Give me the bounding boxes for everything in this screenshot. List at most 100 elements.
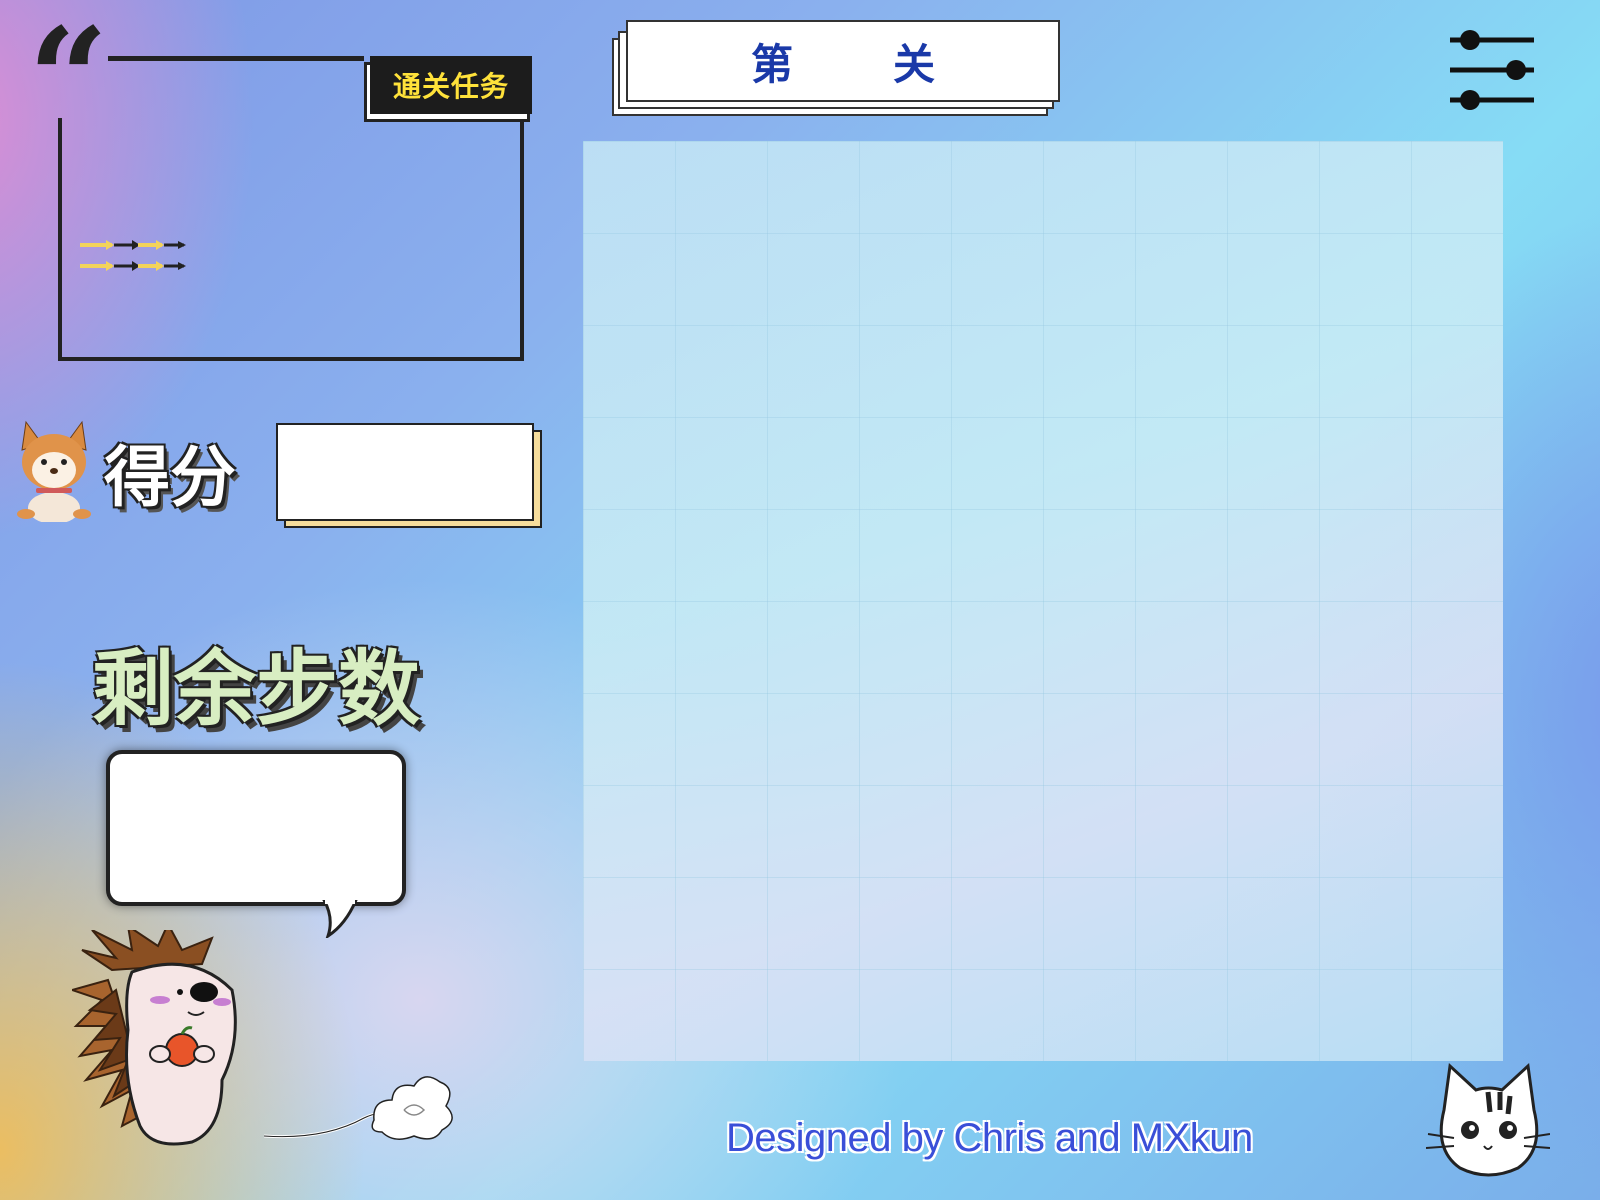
board-cell[interactable] xyxy=(1411,785,1503,877)
board-cell[interactable] xyxy=(1411,233,1503,325)
board-cell[interactable] xyxy=(1043,509,1135,601)
board-cell[interactable] xyxy=(1135,233,1227,325)
game-board[interactable] xyxy=(583,141,1503,1061)
board-cell[interactable] xyxy=(951,693,1043,785)
board-cell[interactable] xyxy=(951,233,1043,325)
board-cell[interactable] xyxy=(1043,325,1135,417)
board-cell[interactable] xyxy=(1043,601,1135,693)
board-cell[interactable] xyxy=(583,417,675,509)
board-cell[interactable] xyxy=(675,877,767,969)
board-cell[interactable] xyxy=(951,141,1043,233)
board-cell[interactable] xyxy=(675,417,767,509)
sliders-icon[interactable] xyxy=(1446,28,1538,116)
board-cell[interactable] xyxy=(859,417,951,509)
board-cell[interactable] xyxy=(951,325,1043,417)
board-cell[interactable] xyxy=(1135,325,1227,417)
board-cell[interactable] xyxy=(583,141,675,233)
board-cell[interactable] xyxy=(1043,693,1135,785)
board-cell[interactable] xyxy=(1411,877,1503,969)
board-cell[interactable] xyxy=(951,509,1043,601)
board-cell[interactable] xyxy=(675,601,767,693)
board-cell[interactable] xyxy=(1135,969,1227,1061)
board-cell[interactable] xyxy=(951,877,1043,969)
board-cell[interactable] xyxy=(767,233,859,325)
board-cell[interactable] xyxy=(1411,417,1503,509)
board-cell[interactable] xyxy=(675,969,767,1061)
board-cell[interactable] xyxy=(675,509,767,601)
board-cell[interactable] xyxy=(1411,693,1503,785)
board-cell[interactable] xyxy=(1135,601,1227,693)
board-cell[interactable] xyxy=(767,601,859,693)
board-cell[interactable] xyxy=(1411,601,1503,693)
board-cell[interactable] xyxy=(859,877,951,969)
board-cell[interactable] xyxy=(1043,785,1135,877)
board-cell[interactable] xyxy=(1411,969,1503,1061)
board-cell[interactable] xyxy=(1319,325,1411,417)
board-cell[interactable] xyxy=(1043,141,1135,233)
board-cell[interactable] xyxy=(1043,417,1135,509)
board-cell[interactable] xyxy=(1135,785,1227,877)
board-cell[interactable] xyxy=(583,785,675,877)
board-cell[interactable] xyxy=(859,969,951,1061)
board-cell[interactable] xyxy=(1227,233,1319,325)
board-cell[interactable] xyxy=(1227,325,1319,417)
board-cell[interactable] xyxy=(1227,877,1319,969)
board-cell[interactable] xyxy=(1227,141,1319,233)
board-cell[interactable] xyxy=(951,969,1043,1061)
board-cell[interactable] xyxy=(1227,509,1319,601)
board-cell[interactable] xyxy=(767,969,859,1061)
board-cell[interactable] xyxy=(1319,969,1411,1061)
board-cell[interactable] xyxy=(859,509,951,601)
board-cell[interactable] xyxy=(767,693,859,785)
board-cell[interactable] xyxy=(767,877,859,969)
board-cell[interactable] xyxy=(1043,969,1135,1061)
board-cell[interactable] xyxy=(1135,877,1227,969)
board-cell[interactable] xyxy=(767,509,859,601)
board-cell[interactable] xyxy=(1319,141,1411,233)
board-cell[interactable] xyxy=(1319,417,1411,509)
board-cell[interactable] xyxy=(1135,693,1227,785)
board-cell[interactable] xyxy=(583,233,675,325)
board-cell[interactable] xyxy=(1227,785,1319,877)
board-cell[interactable] xyxy=(1227,601,1319,693)
board-cell[interactable] xyxy=(1135,141,1227,233)
board-cell[interactable] xyxy=(1043,233,1135,325)
board-cell[interactable] xyxy=(859,693,951,785)
board-cell[interactable] xyxy=(859,325,951,417)
board-cell[interactable] xyxy=(767,141,859,233)
board-cell[interactable] xyxy=(767,785,859,877)
board-cell[interactable] xyxy=(1319,601,1411,693)
board-cell[interactable] xyxy=(675,785,767,877)
board-cell[interactable] xyxy=(859,141,951,233)
board-cell[interactable] xyxy=(583,601,675,693)
board-cell[interactable] xyxy=(583,325,675,417)
board-cell[interactable] xyxy=(1227,969,1319,1061)
board-cell[interactable] xyxy=(1135,509,1227,601)
board-cell[interactable] xyxy=(1319,785,1411,877)
board-cell[interactable] xyxy=(583,509,675,601)
board-cell[interactable] xyxy=(767,325,859,417)
board-cell[interactable] xyxy=(951,785,1043,877)
board-cell[interactable] xyxy=(859,601,951,693)
board-cell[interactable] xyxy=(1411,141,1503,233)
board-cell[interactable] xyxy=(1043,877,1135,969)
board-cell[interactable] xyxy=(1411,509,1503,601)
board-cell[interactable] xyxy=(1319,509,1411,601)
board-cell[interactable] xyxy=(675,141,767,233)
board-cell[interactable] xyxy=(675,325,767,417)
board-cell[interactable] xyxy=(583,877,675,969)
board-cell[interactable] xyxy=(951,601,1043,693)
board-cell[interactable] xyxy=(1227,693,1319,785)
board-cell[interactable] xyxy=(1319,693,1411,785)
board-cell[interactable] xyxy=(1319,877,1411,969)
board-cell[interactable] xyxy=(951,417,1043,509)
board-cell[interactable] xyxy=(583,969,675,1061)
board-cell[interactable] xyxy=(1319,233,1411,325)
board-cell[interactable] xyxy=(583,693,675,785)
board-cell[interactable] xyxy=(675,693,767,785)
board-cell[interactable] xyxy=(859,785,951,877)
board-cell[interactable] xyxy=(767,417,859,509)
board-cell[interactable] xyxy=(675,233,767,325)
board-cell[interactable] xyxy=(859,233,951,325)
board-cell[interactable] xyxy=(1135,417,1227,509)
